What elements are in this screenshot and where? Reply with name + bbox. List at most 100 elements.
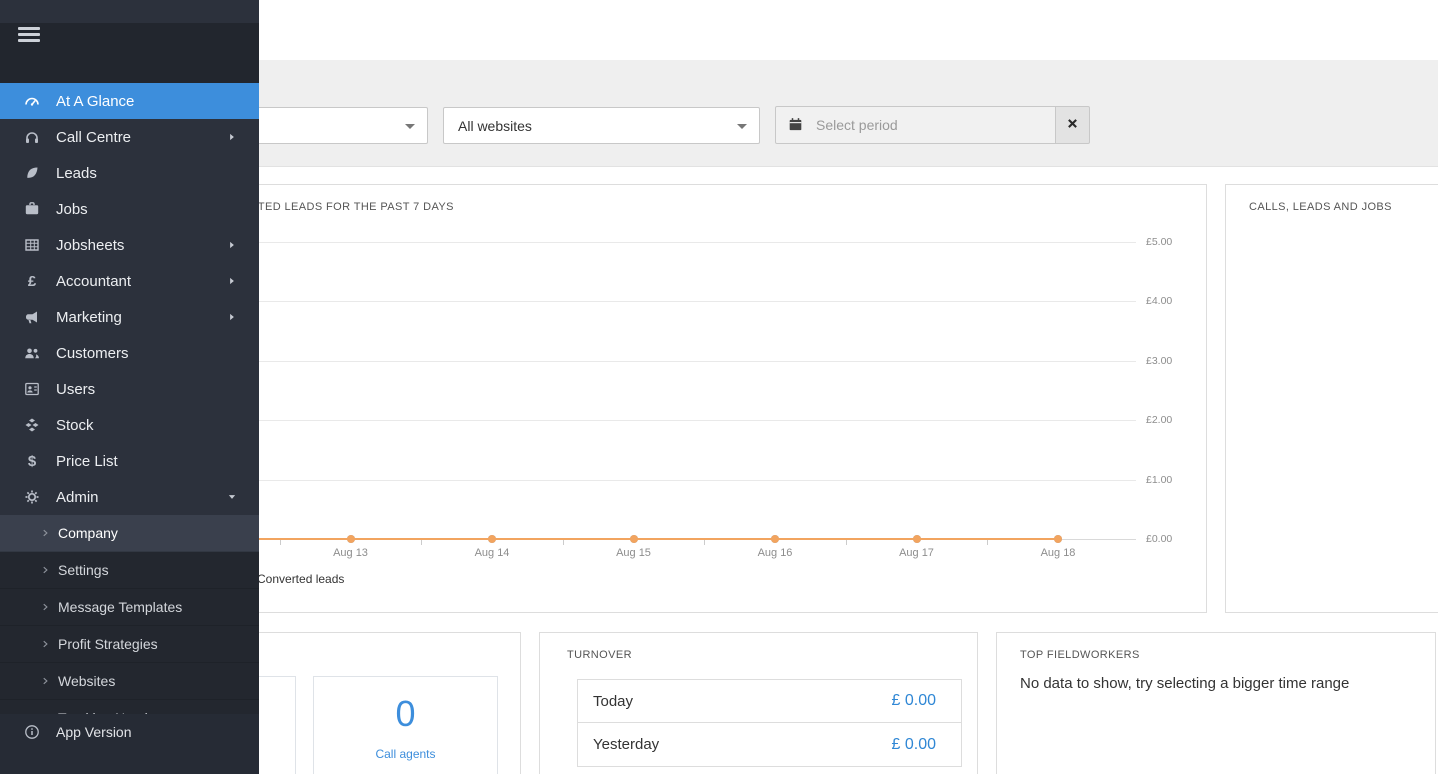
submenu-item-label: Message Templates xyxy=(58,599,183,615)
sidebar-item-label: Jobsheets xyxy=(56,236,125,254)
turnover-title: TURNOVER xyxy=(567,649,632,661)
calls-leads-jobs-title: CALLS, LEADS AND JOBS xyxy=(1249,201,1392,213)
dollar-icon: $ xyxy=(27,452,37,470)
submenu-item-label: Company xyxy=(58,525,118,541)
chevron-right-icon xyxy=(227,312,237,322)
sidebar-header xyxy=(0,23,259,83)
data-point xyxy=(346,535,355,543)
y-axis-label: £1.00 xyxy=(1146,474,1173,486)
angle-right-icon xyxy=(40,639,50,649)
chevron-down-icon xyxy=(737,124,747,129)
y-axis-label: £3.00 xyxy=(1146,355,1173,367)
legend-label[interactable]: Converted leads xyxy=(257,572,344,586)
y-axis-label: £0.00 xyxy=(1146,533,1173,545)
x-axis-label: Aug 15 xyxy=(616,547,651,559)
gridline xyxy=(139,480,1136,481)
line-chart: £5.00£4.00£3.00£2.00£1.00£0.00Aug 12Aug … xyxy=(121,185,1206,612)
data-point xyxy=(771,535,779,543)
submenu-item-label: Settings xyxy=(58,562,109,578)
axis-tick xyxy=(987,540,989,545)
user-card-icon xyxy=(20,381,44,397)
chart-card: CALLS AND CONVERTED LEADS FOR THE PAST 7… xyxy=(120,184,1207,613)
x-axis-label: Aug 13 xyxy=(333,547,368,559)
submenu-item-label: Profit Strategies xyxy=(58,636,158,652)
app-screen: All websites CALLS AND CONVERTED LEA xyxy=(0,0,1438,774)
turnover-row-label: Today xyxy=(593,692,634,710)
megaphone-icon xyxy=(20,309,44,325)
angle-right-icon xyxy=(40,528,50,538)
gridline xyxy=(139,361,1136,362)
submenu-item-profit-strategies[interactable]: Profit Strategies xyxy=(0,626,259,663)
boxes-icon xyxy=(20,417,44,433)
chevron-right-icon xyxy=(227,240,237,250)
sidebar-item-label: Price List xyxy=(56,452,118,470)
gridline xyxy=(139,242,1136,243)
filter-dropdown-websites[interactable]: All websites xyxy=(443,107,760,144)
select-period-input[interactable] xyxy=(775,106,1056,144)
submenu-item-company[interactable]: Company xyxy=(0,515,259,552)
sidebar-item-users[interactable]: Users xyxy=(0,371,259,407)
sidebar-item-label: Call Centre xyxy=(56,128,132,146)
sidebar-item-app-version[interactable]: App Version xyxy=(0,714,259,750)
x-axis-label: Aug 18 xyxy=(1040,547,1076,559)
axis-tick xyxy=(845,540,847,545)
sidebar-item-label: Marketing xyxy=(56,308,122,326)
sidebar-item-label: Accountant xyxy=(56,272,132,290)
y-axis-label: £5.00 xyxy=(1146,236,1173,248)
calls-leads-jobs-card: CALLS, LEADS AND JOBS xyxy=(1225,184,1438,613)
data-point xyxy=(912,535,921,543)
sidebar-item-call-centre[interactable]: Call Centre xyxy=(0,119,259,155)
turnover-row-value: £ 0.00 xyxy=(891,692,936,709)
y-axis-label: £4.00 xyxy=(1146,295,1173,307)
sidebar-item-admin[interactable]: Admin xyxy=(0,479,259,515)
sidebar-item-at-a-glance[interactable]: At A Glance xyxy=(0,83,259,119)
sidebar-item-jobs[interactable]: Jobs xyxy=(0,191,259,227)
briefcase-icon xyxy=(20,201,44,217)
hamburger-menu-icon[interactable] xyxy=(18,23,40,42)
chevron-down-icon xyxy=(227,492,237,502)
sidebar-item-accountant[interactable]: £ Accountant xyxy=(0,263,259,299)
pound-icon: £ xyxy=(27,272,37,290)
clear-period-button[interactable] xyxy=(1056,106,1090,144)
sidebar-item-label: Admin xyxy=(56,488,99,506)
submenu-item-message-templates[interactable]: Message Templates xyxy=(0,589,259,626)
sidebar-item-marketing[interactable]: Marketing xyxy=(0,299,259,335)
sidebar: At A Glance Call Centre Leads Jobs Jobsheets… xyxy=(0,0,259,774)
sidebar-item-label: Users xyxy=(56,380,96,398)
call-agents-stat: 0 Call agents xyxy=(313,676,498,774)
leaf-icon xyxy=(20,165,44,181)
submenu-item-websites[interactable]: Websites xyxy=(0,663,259,700)
x-axis-label: Aug 17 xyxy=(899,547,934,559)
grid-icon xyxy=(20,237,44,253)
x-axis-label: Aug 14 xyxy=(474,547,510,559)
axis-tick xyxy=(562,540,564,545)
chevron-down-icon xyxy=(405,124,415,129)
submenu-item-settings[interactable]: Settings xyxy=(0,552,259,589)
call-agents-label[interactable]: Call agents xyxy=(314,747,497,761)
sidebar-item-label: Customers xyxy=(56,344,129,362)
data-point xyxy=(1054,535,1062,543)
info-icon xyxy=(20,724,44,740)
x-axis-label: Aug 16 xyxy=(757,547,793,559)
close-icon xyxy=(1066,117,1079,133)
gear-icon xyxy=(20,489,44,505)
y-axis-label: £2.00 xyxy=(1146,414,1173,426)
sidebar-item-jobsheets[interactable]: Jobsheets xyxy=(0,227,259,263)
sidebar-item-price-list[interactable]: $ Price List xyxy=(0,443,259,479)
filter-dropdown-websites-value: All websites xyxy=(458,117,532,134)
data-point xyxy=(629,535,638,543)
sidebar-item-stock[interactable]: Stock xyxy=(0,407,259,443)
sidebar-nav: At A Glance Call Centre Leads Jobs Jobsheets… xyxy=(0,83,259,515)
sidebar-item-leads[interactable]: Leads xyxy=(0,155,259,191)
gridline xyxy=(139,301,1136,302)
period-input-group xyxy=(775,106,1090,144)
axis-tick xyxy=(704,540,706,545)
no-data-message: No data to show, try selecting a bigger … xyxy=(1020,675,1350,692)
angle-right-icon xyxy=(40,676,50,686)
users-icon xyxy=(20,345,44,361)
axis-tick xyxy=(421,540,423,545)
sidebar-item-customers[interactable]: Customers xyxy=(0,335,259,371)
chevron-right-icon xyxy=(227,276,237,286)
submenu-item-label: Websites xyxy=(58,673,116,689)
turnover-row: Today £ 0.00 xyxy=(578,680,961,723)
